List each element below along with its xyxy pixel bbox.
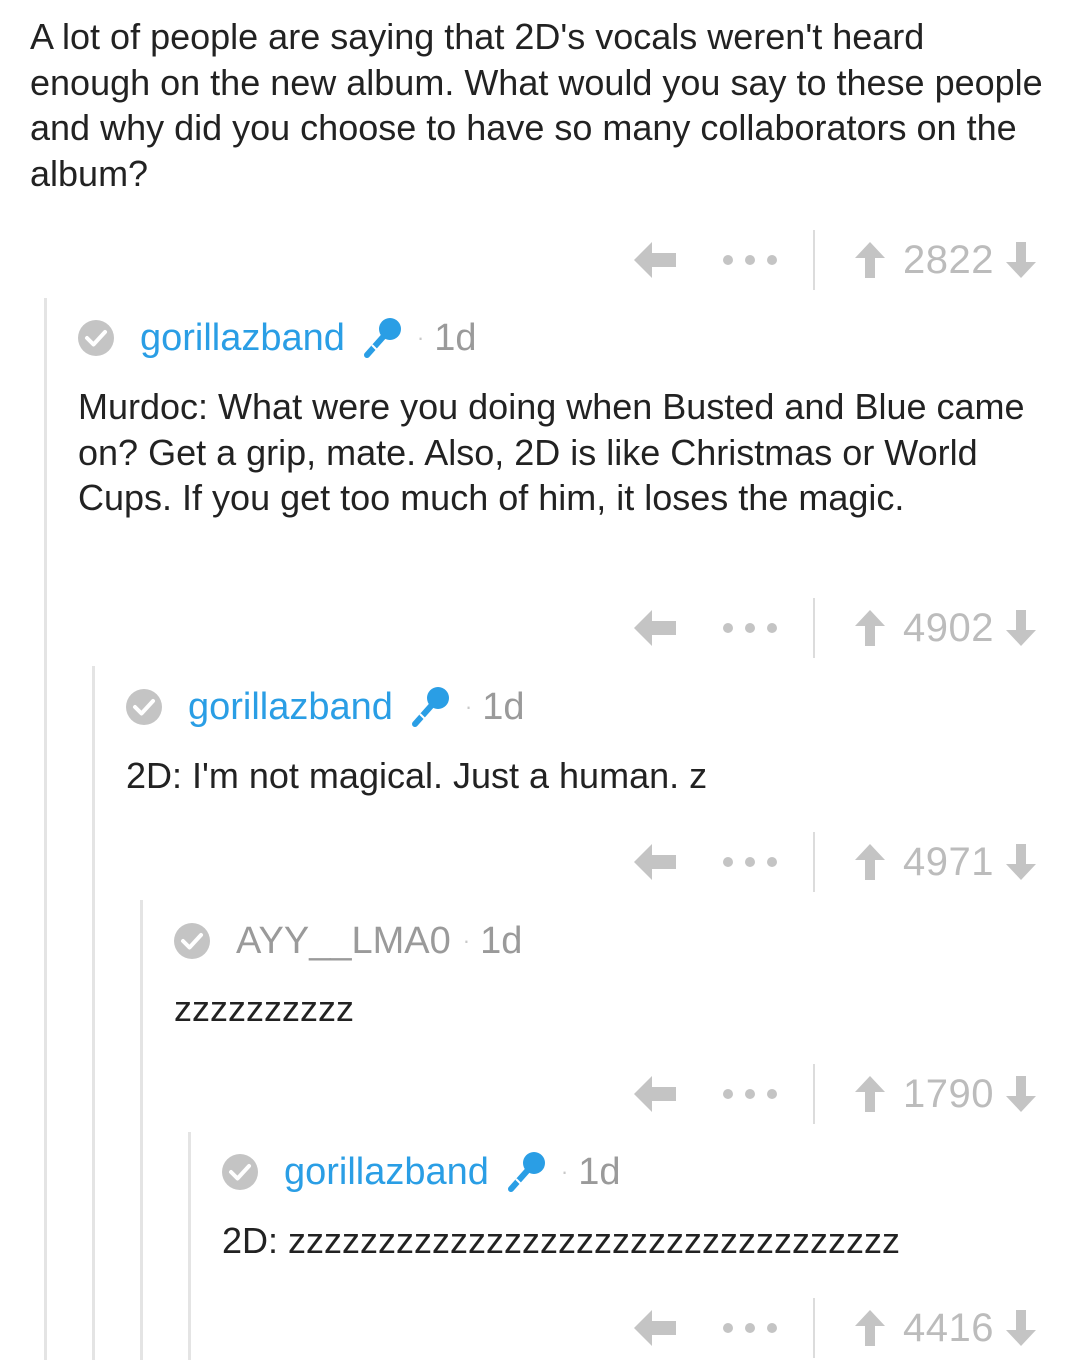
downvote-arrow-icon — [1006, 610, 1036, 646]
more-dots-icon — [723, 1323, 734, 1333]
vote-score: 4971 — [903, 840, 994, 884]
reply-button[interactable] — [629, 1071, 681, 1117]
downvote-arrow-icon — [1006, 844, 1036, 880]
verified-check-icon — [174, 923, 210, 959]
downvote-button[interactable] — [1002, 1305, 1040, 1351]
upvote-arrow-icon — [855, 610, 886, 646]
action-bar: 4971 — [629, 832, 1040, 892]
upvote-button[interactable] — [851, 237, 889, 283]
comment-body: 2D: zzzzzzzzzzzzzzzzzzzzzzzzzzzzzzzzzz — [222, 1220, 901, 1261]
upvote-arrow-icon — [855, 1076, 886, 1112]
comment-header: AYY__LMA0 · 1d — [174, 915, 522, 967]
upvote-arrow-icon — [855, 1310, 886, 1346]
microphone-icon — [503, 1149, 549, 1195]
thread-line-level-2[interactable] — [92, 666, 95, 1360]
downvote-button[interactable] — [1002, 839, 1040, 885]
comment-header: gorillazband · 1d — [222, 1146, 621, 1198]
reply-button[interactable] — [629, 839, 681, 885]
more-dots-icon — [723, 1089, 734, 1099]
username-link[interactable]: gorillazband — [284, 1153, 489, 1191]
more-options-button[interactable] — [723, 852, 778, 872]
vote-score: 4416 — [903, 1306, 994, 1350]
reply-button[interactable] — [629, 605, 681, 651]
separator-dot: · — [560, 1159, 569, 1184]
vote-score: 4902 — [903, 606, 994, 650]
comment-age: 1d — [434, 317, 477, 359]
upvote-arrow-icon — [855, 242, 886, 278]
thread-line-level-3[interactable] — [140, 900, 143, 1360]
separator-dot: · — [416, 325, 425, 350]
separator-dot: · — [462, 928, 471, 953]
more-dots-icon — [723, 857, 734, 867]
reply-arrow-icon — [634, 242, 677, 278]
vote-score: 2822 — [903, 238, 994, 282]
downvote-button[interactable] — [1002, 237, 1040, 283]
verified-check-icon — [126, 689, 162, 725]
reply-arrow-icon — [634, 610, 677, 646]
comment-age: 1d — [480, 920, 523, 962]
separator-dot: · — [464, 694, 473, 719]
thread-line-level-4[interactable] — [188, 1132, 191, 1360]
action-bar: 4416 — [629, 1298, 1040, 1358]
comment-header: gorillazband · 1d — [78, 312, 477, 364]
comment-header: gorillazband · 1d — [126, 681, 525, 733]
more-options-button[interactable] — [723, 618, 778, 638]
comment-body: zzzzzzzzzz — [174, 988, 354, 1029]
downvote-arrow-icon — [1006, 1310, 1036, 1346]
microphone-icon — [359, 315, 405, 361]
upvote-button[interactable] — [851, 1305, 889, 1351]
verified-check-icon — [78, 320, 114, 356]
microphone-icon — [407, 684, 453, 730]
upvote-button[interactable] — [851, 1071, 889, 1117]
username-link[interactable]: AYY__LMA0 — [236, 922, 451, 960]
downvote-button[interactable] — [1002, 605, 1040, 651]
more-options-button[interactable] — [723, 250, 778, 270]
verified-check-icon — [222, 1154, 258, 1190]
more-options-button[interactable] — [723, 1084, 778, 1104]
reply-button[interactable] — [629, 1305, 681, 1351]
parent-comment-text: A lot of people are saying that 2D's voc… — [30, 16, 1043, 194]
divider — [813, 598, 816, 658]
reply-arrow-icon — [634, 1076, 677, 1112]
downvote-arrow-icon — [1006, 242, 1036, 278]
reply-arrow-icon — [634, 844, 677, 880]
upvote-button[interactable] — [851, 605, 889, 651]
divider — [813, 1298, 816, 1358]
comment-age: 1d — [578, 1151, 621, 1193]
downvote-button[interactable] — [1002, 1071, 1040, 1117]
reply-button[interactable] — [629, 237, 681, 283]
vote-score: 1790 — [903, 1072, 994, 1116]
reply-arrow-icon — [634, 1310, 677, 1346]
action-bar: 1790 — [629, 1064, 1040, 1124]
username-link[interactable]: gorillazband — [140, 319, 345, 357]
divider — [813, 230, 816, 290]
upvote-arrow-icon — [855, 844, 886, 880]
action-bar: 2822 — [629, 230, 1040, 290]
action-bar: 4902 — [629, 598, 1040, 658]
more-dots-icon — [723, 623, 734, 633]
comment-body: 2D: I'm not magical. Just a human. z — [126, 755, 708, 796]
comment-age: 1d — [482, 686, 525, 728]
downvote-arrow-icon — [1006, 1076, 1036, 1112]
upvote-button[interactable] — [851, 839, 889, 885]
divider — [813, 832, 816, 892]
thread-line-level-1[interactable] — [44, 298, 47, 1360]
divider — [813, 1064, 816, 1124]
more-options-button[interactable] — [723, 1318, 778, 1338]
comment-thread: A lot of people are saying that 2D's voc… — [0, 0, 1080, 1360]
comment-body: Murdoc: What were you doing when Busted … — [78, 386, 1025, 518]
username-link[interactable]: gorillazband — [188, 688, 393, 726]
more-dots-icon — [723, 255, 734, 265]
